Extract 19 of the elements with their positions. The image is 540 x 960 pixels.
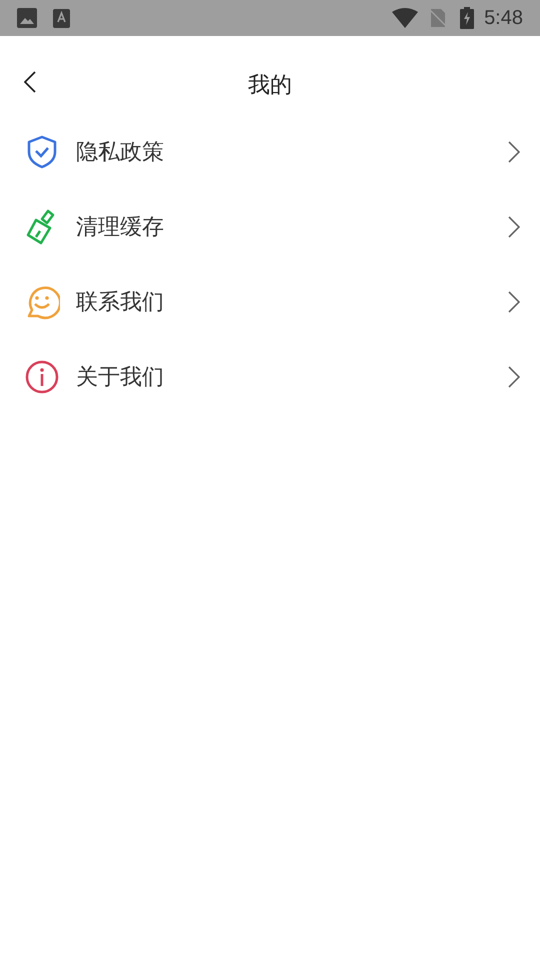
menu-item[interactable]: 清理缓存: [0, 189, 540, 264]
keyboard-icon: [53, 8, 70, 28]
menu-item[interactable]: 关于我们: [0, 339, 540, 414]
back-icon: [24, 71, 36, 93]
page-title: 我的: [248, 70, 292, 98]
clock-time: 5:48: [484, 6, 523, 31]
menu-label: 清理缓存: [76, 213, 165, 241]
chevron-right-icon: [508, 140, 520, 162]
chevron-right-icon: [508, 366, 520, 388]
menu-label: 隐私政策: [76, 138, 165, 166]
menu-item[interactable]: 联系我们: [0, 264, 540, 339]
menu-item[interactable]: 隐私政策: [0, 114, 540, 189]
battery-icon: [460, 7, 474, 29]
chevron-right-icon: [508, 290, 520, 312]
image-icon: [17, 8, 37, 28]
chevron-right-icon: [508, 216, 520, 238]
wifi-icon: [392, 8, 418, 28]
menu-label: 关于我们: [76, 363, 165, 391]
menu-label: 联系我们: [76, 288, 165, 316]
